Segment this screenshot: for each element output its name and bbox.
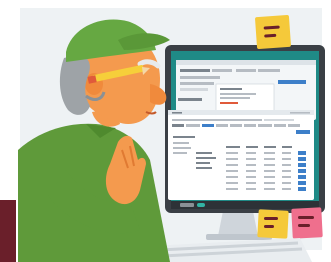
front-window-button bbox=[296, 130, 310, 134]
illustration-scene bbox=[0, 0, 331, 262]
back-window-button bbox=[278, 80, 306, 84]
tab-active bbox=[202, 124, 214, 127]
dialog-alert-line bbox=[220, 102, 238, 104]
sticky-note-icon bbox=[255, 14, 291, 50]
sticky-note-icon bbox=[291, 207, 323, 239]
illustration-svg bbox=[0, 0, 331, 262]
chair-back bbox=[0, 200, 16, 262]
dialog bbox=[215, 83, 275, 113]
sticky-note-icon bbox=[257, 209, 289, 239]
foreground-window bbox=[168, 110, 314, 200]
window-front bbox=[168, 110, 314, 200]
